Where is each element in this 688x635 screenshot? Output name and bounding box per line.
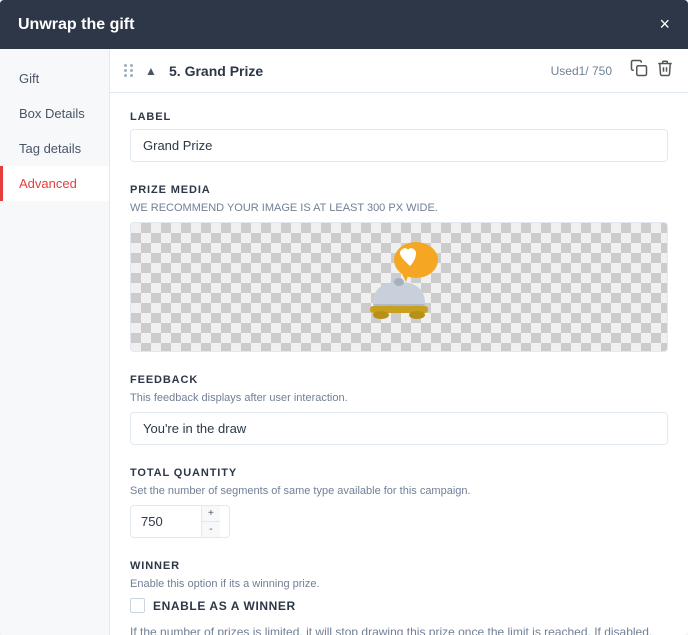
quantity-up-button[interactable]: + <box>202 506 220 522</box>
drag-handle-icon[interactable] <box>124 64 133 77</box>
prize-used-count: Used1/ 750 <box>551 64 612 78</box>
sidebar-item-advanced[interactable]: Advanced <box>0 166 109 201</box>
winner-sublabel: Enable this option if its a winning priz… <box>130 578 668 590</box>
modal-title: Unwrap the gift <box>18 16 134 34</box>
winner-checkbox-row: ENABLE AS A WINNER <box>130 598 668 613</box>
prize-actions <box>630 59 674 82</box>
main-content: ▲ 5. Grand Prize Used1/ 750 <box>110 49 688 635</box>
delete-prize-button[interactable] <box>656 59 674 82</box>
form-area: LABEL PRIZE MEDIA WE RECOMMEND YOUR IMAG… <box>110 93 688 635</box>
feedback-field-group: FEEDBACK This feedback displays after us… <box>130 374 668 445</box>
quantity-stepper: + - <box>130 505 230 538</box>
total-quantity-label: TOTAL QUANTITY <box>130 467 668 479</box>
prize-icon-container <box>131 223 667 351</box>
copy-prize-button[interactable] <box>630 59 648 82</box>
prize-media-sublabel: WE RECOMMEND YOUR IMAGE IS AT LEAST 300 … <box>130 202 668 214</box>
modal-container: Unwrap the gift × Gift Box Details Tag d… <box>0 0 688 635</box>
sidebar: Gift Box Details Tag details Advanced <box>0 49 110 635</box>
winner-field-group: WINNER Enable this option if its a winni… <box>130 560 668 635</box>
label-field-group: LABEL <box>130 111 668 162</box>
prize-media-label: PRIZE MEDIA <box>130 184 668 196</box>
quantity-input[interactable] <box>131 506 201 537</box>
winner-note: If the number of prizes is limited, it w… <box>130 623 668 635</box>
prize-number-name: 5. Grand Prize <box>169 63 543 79</box>
winner-label: WINNER <box>130 560 668 572</box>
close-button[interactable]: × <box>659 14 670 35</box>
quantity-down-button[interactable]: - <box>202 522 220 537</box>
sidebar-item-gift[interactable]: Gift <box>0 61 109 96</box>
feedback-label: FEEDBACK <box>130 374 668 386</box>
sidebar-item-box-details[interactable]: Box Details <box>0 96 109 131</box>
quantity-spinners: + - <box>201 506 220 537</box>
prize-media-image-area[interactable] <box>130 222 668 352</box>
feedback-sublabel: This feedback displays after user intera… <box>130 392 668 404</box>
label-input[interactable] <box>130 129 668 162</box>
sidebar-item-tag-details[interactable]: Tag details <box>0 131 109 166</box>
winner-checkbox-label: ENABLE AS A WINNER <box>153 599 296 613</box>
modal-body: Gift Box Details Tag details Advanced ▲ … <box>0 49 688 635</box>
modal-header: Unwrap the gift × <box>0 0 688 49</box>
total-quantity-field-group: TOTAL QUANTITY Set the number of segment… <box>130 467 668 538</box>
prize-header: ▲ 5. Grand Prize Used1/ 750 <box>110 49 688 93</box>
feedback-input[interactable] <box>130 412 668 445</box>
collapse-button[interactable]: ▲ <box>141 61 161 81</box>
winner-checkbox[interactable] <box>130 598 145 613</box>
total-quantity-sublabel: Set the number of segments of same type … <box>130 485 668 497</box>
prize-media-field-group: PRIZE MEDIA WE RECOMMEND YOUR IMAGE IS A… <box>130 184 668 352</box>
label-field-label: LABEL <box>130 111 668 123</box>
